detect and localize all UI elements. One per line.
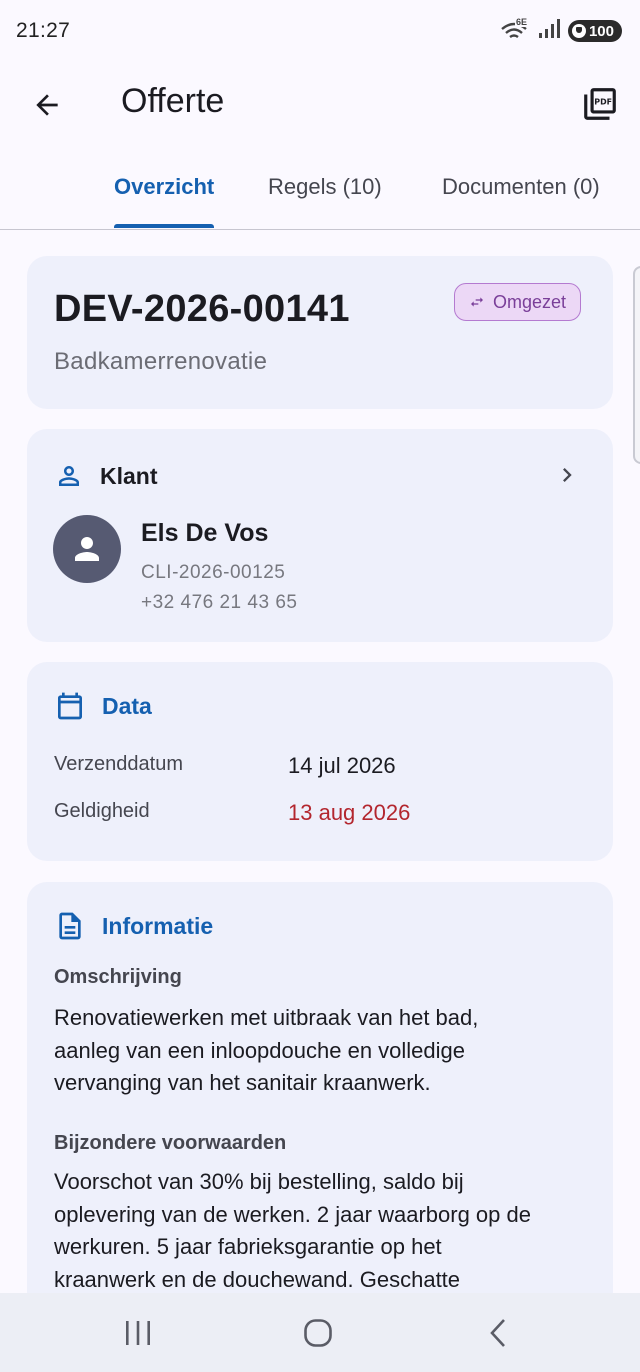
conditions-line: Voorschot van 30% bij bestelling, saldo … [54, 1169, 464, 1194]
quote-number: DEV-2026-00141 [54, 288, 350, 330]
conditions-label: Bijzondere voorwaarden [54, 1132, 287, 1154]
person-outline-icon [59, 466, 79, 486]
info-card: Informatie Omschrijving Renovatiewerken … [27, 882, 613, 1312]
recent-apps-icon [126, 1321, 150, 1345]
status-time: 21:27 [16, 19, 71, 42]
home-icon [304, 1319, 332, 1347]
system-nav-bar [0, 1293, 640, 1372]
status-bar: 21:27 6E 100 [0, 0, 640, 62]
battery-level: 100 [588, 22, 614, 40]
validity-label: Geldigheid [54, 800, 150, 822]
info-section-header: Informatie [54, 910, 213, 942]
recent-apps-button[interactable] [116, 1311, 160, 1355]
battery-shield-icon [571, 24, 586, 38]
conditions-line: werkuren. 5 jaar fabrieksgarantie op het [54, 1234, 442, 1259]
description-label: Omschrijving [54, 966, 182, 988]
client-card[interactable]: Klant Els De Vos CLI-2026-00125 +32 476 … [27, 429, 613, 642]
tab-bar: Overzicht Regels (10) Documenten (0) [0, 158, 640, 230]
client-name: Els De Vos [141, 519, 269, 547]
svg-text:PDF: PDF [594, 97, 612, 106]
description-line: Renovatiewerken met uitbraak van het bad… [54, 1005, 479, 1030]
client-section-header: Klant [54, 461, 158, 491]
dates-card: Data Verzenddatum 14 jul 2026 Geldigheid… [27, 662, 613, 861]
client-phone: +32 476 21 43 65 [141, 592, 298, 613]
tab-regels[interactable]: Regels (10) [268, 174, 382, 200]
home-button[interactable] [296, 1311, 340, 1355]
tab-documenten[interactable]: Documenten (0) [442, 174, 600, 200]
info-heading: Informatie [102, 912, 214, 939]
status-badge-label: Omgezet [493, 291, 567, 312]
chevron-right-icon[interactable] [553, 461, 581, 489]
description-line: aanleg van een inloopdouche en volledige [54, 1037, 466, 1063]
client-id: CLI-2026-00125 [141, 562, 286, 583]
status-badge: Omgezet [454, 283, 582, 321]
back-chevron-icon [490, 1319, 505, 1347]
swap-icon [471, 297, 483, 307]
document-icon [59, 912, 81, 940]
pdf-icon: PDF [584, 88, 616, 120]
active-tab-indicator [114, 224, 214, 228]
description-text: Renovatiewerken met uitbraak van het bad… [54, 1002, 594, 1100]
scrollbar[interactable] [633, 266, 640, 464]
quote-header-card: DEV-2026-00141 Badkamerrenovatie Omgezet [27, 256, 613, 409]
calendar-icon [58, 692, 82, 720]
send-date-label: Verzenddatum [54, 753, 183, 775]
dates-heading: Data [102, 692, 152, 719]
status-icons: 6E 100 [500, 17, 622, 44]
page-title: Offerte [121, 82, 225, 120]
signal-icon [538, 18, 560, 44]
avatar [53, 515, 121, 583]
network-type: 6E [514, 17, 528, 27]
dates-section-header: Data [54, 690, 152, 722]
tab-overzicht[interactable]: Overzicht [114, 174, 214, 200]
system-back-button[interactable] [476, 1311, 520, 1355]
validity-value: 13 aug 2026 [288, 800, 411, 825]
arrow-left-icon [36, 94, 58, 116]
pdf-export-button[interactable]: PDF [578, 82, 622, 126]
app-bar: Offerte PDF [0, 62, 640, 144]
send-date-value: 14 jul 2026 [288, 753, 396, 778]
quote-subtitle: Badkamerrenovatie [54, 348, 268, 375]
person-icon [75, 537, 99, 561]
conditions-text: Voorschot van 30% bij bestelling, saldo … [54, 1166, 594, 1296]
battery-indicator: 100 [567, 20, 622, 42]
wifi-icon: 6E [500, 17, 530, 42]
conditions-line: oplevering van de werken. 2 jaar waarbor… [54, 1201, 531, 1227]
client-heading: Klant [100, 462, 158, 489]
description-line: vervanging van het sanitair kraanwerk. [54, 1070, 431, 1095]
conditions-line: kraanwerk en de douchewand. Geschatte [54, 1266, 461, 1292]
back-button[interactable] [26, 84, 68, 126]
